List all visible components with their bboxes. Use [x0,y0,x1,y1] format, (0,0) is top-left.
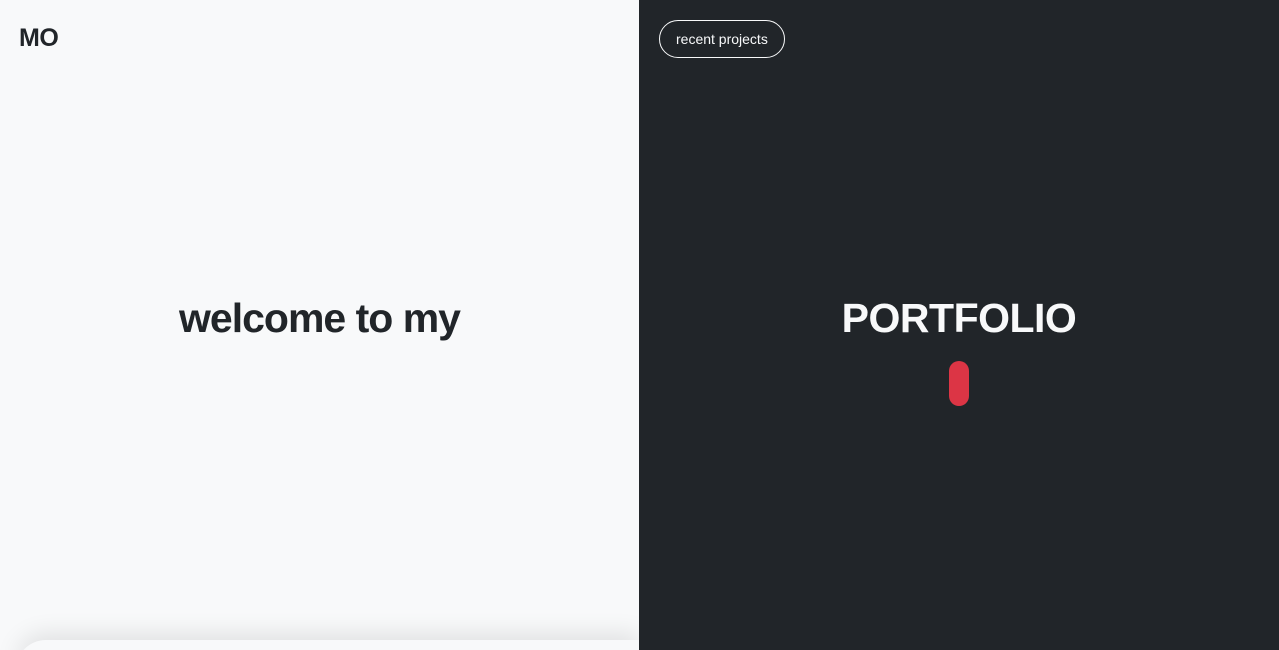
logo[interactable]: MO [19,26,59,51]
page: MO welcome to my recent projects PORTFOL… [0,0,1279,650]
recent-projects-button[interactable]: recent projects [659,20,785,58]
welcome-heading: welcome to my [179,295,461,341]
right-pane: recent projects PORTFOLIO [639,0,1279,650]
left-pane: MO welcome to my [0,0,639,650]
scroll-indicator-icon[interactable] [949,361,969,406]
portfolio-heading: PORTFOLIO [841,295,1077,341]
